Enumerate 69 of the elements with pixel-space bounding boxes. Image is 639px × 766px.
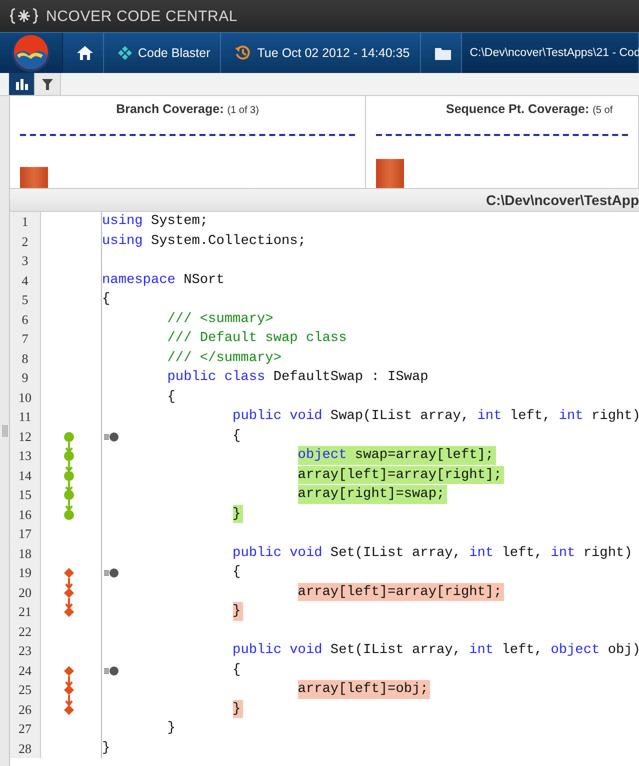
- code-line: {: [167, 388, 176, 406]
- uncovered-point-icon: [63, 664, 75, 686]
- chart-view-tab[interactable]: [9, 73, 35, 95]
- line-number: 22: [10, 622, 41, 641]
- line-number: 27: [10, 719, 41, 738]
- line-number: 7: [10, 329, 41, 348]
- line-number: 25: [10, 680, 41, 700]
- line-number: 23: [10, 641, 41, 660]
- code-line: {: [232, 428, 242, 446]
- line-number: 21: [10, 602, 41, 622]
- line-number: 24: [10, 660, 41, 680]
- covered-point-icon: [63, 470, 75, 492]
- code-line: }: [102, 740, 112, 758]
- code-line: {: [102, 291, 112, 309]
- code-line: {: [232, 564, 242, 582]
- app-logo[interactable]: [11, 33, 51, 73]
- breadcrumb-link[interactable]: Tue Oct 02 2012 - 14:40:35: [257, 46, 410, 60]
- code-line: public void Set(IList array, int left, object obj): [232, 642, 639, 660]
- code-line: using System.Collections;: [102, 232, 307, 250]
- uncovered-point-icon: [63, 567, 75, 589]
- covered-point-icon: [63, 430, 75, 452]
- splitter-grip-icon[interactable]: [2, 425, 8, 437]
- filter-tab[interactable]: [35, 73, 61, 95]
- history-icon: [235, 45, 252, 61]
- code-line: using System;: [102, 213, 210, 231]
- coverage-title: Sequence Pt. Coverage: (5 of: [445, 102, 614, 116]
- code-line: /// </summary>: [167, 350, 282, 368]
- app-title: NCOVER CODE CENTRAL: [46, 8, 238, 24]
- line-number: 12: [10, 426, 41, 446]
- line-number: 10: [10, 388, 41, 407]
- line-number: 28: [10, 738, 41, 758]
- covered-point-icon: [63, 450, 75, 472]
- line-number: 2: [10, 232, 41, 251]
- line-number: 4: [10, 270, 41, 290]
- folder-icon[interactable]: [434, 46, 451, 60]
- line-number: 19: [10, 563, 41, 582]
- line-number: 5: [10, 290, 41, 310]
- line-number: 3: [10, 251, 41, 270]
- filter-icon: [42, 78, 53, 90]
- line-number: 26: [10, 700, 41, 719]
- coverage-bar: [20, 167, 48, 188]
- logo-icon: [10, 8, 38, 24]
- code-line: }: [167, 720, 176, 738]
- line-number: 13: [10, 446, 41, 466]
- line-number: 18: [10, 544, 41, 563]
- coverage-title: Branch Coverage: (1 of 3): [115, 102, 260, 116]
- line-number: 16: [10, 504, 41, 524]
- line-number: 9: [10, 368, 41, 388]
- line-number: 1: [10, 212, 41, 232]
- line-number: 14: [10, 466, 41, 485]
- code-line: public class DefaultSwap : ISwap: [167, 369, 430, 387]
- line-number: 15: [10, 485, 41, 504]
- code-line: public void Swap(IList array, int left, int right): [232, 408, 639, 426]
- code-line: public void Set(IList array, int left, int right): [232, 544, 634, 562]
- coverage-bar: [376, 159, 404, 188]
- file-path: C:\Dev\ncover\TestApp: [486, 192, 639, 208]
- line-number: 11: [10, 407, 41, 426]
- line-number: 20: [10, 582, 41, 602]
- breadcrumb-link[interactable]: Code Blaster: [138, 46, 210, 60]
- bar-chart-icon: [16, 78, 28, 90]
- line-number: 6: [10, 310, 41, 329]
- home-icon[interactable]: [77, 46, 93, 60]
- code-line: /// Default swap class: [167, 330, 348, 348]
- line-number: 8: [10, 348, 41, 368]
- code-line: /// <summary>: [167, 310, 274, 328]
- diamond-cluster-icon: [118, 46, 132, 60]
- line-number: 17: [10, 524, 41, 544]
- code-line: namespace NSort: [102, 272, 226, 290]
- code-line: {: [232, 662, 242, 680]
